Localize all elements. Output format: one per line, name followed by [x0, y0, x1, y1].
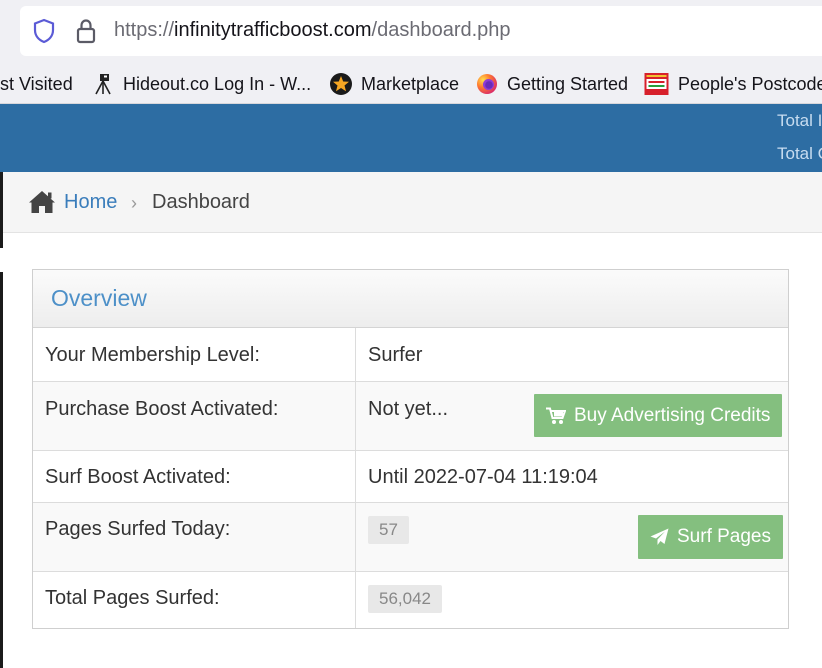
telescope-icon — [95, 74, 111, 95]
row-value: Until 2022-07-04 11:19:04 — [368, 466, 598, 488]
total-pages-badge: 56,042 — [368, 585, 442, 613]
column-divider — [355, 328, 356, 381]
row-label: Surf Boost Activated: — [45, 466, 231, 488]
postcode-lottery-icon — [644, 73, 669, 95]
table-row-pages-today: Pages Surfed Today: 57 Surf Pages — [33, 503, 788, 572]
lock-icon[interactable] — [75, 18, 97, 44]
surf-pages-button[interactable]: Surf Pages — [638, 515, 783, 559]
bookmark-marketplace[interactable]: Marketplace — [330, 71, 459, 97]
column-divider — [355, 572, 356, 628]
url-text[interactable]: https://infinitytrafficboost.com/dashboa… — [114, 19, 511, 42]
buy-advertising-credits-button[interactable]: Buy Advertising Credits — [534, 394, 783, 437]
table-row-total-pages: Total Pages Surfed: 56,042 — [33, 572, 788, 628]
browser-toolbar: https://infinitytrafficboost.com/dashboa… — [0, 0, 822, 64]
breadcrumb-home-link[interactable]: Home — [64, 191, 117, 214]
star-badge-icon — [330, 73, 352, 95]
column-divider — [355, 503, 356, 571]
header-stat-2: Total C — [777, 144, 822, 163]
table-row-purchase-boost: Purchase Boost Activated: Not yet... Buy… — [33, 382, 788, 451]
firefox-icon — [477, 74, 497, 94]
panel-header: Overview — [33, 270, 788, 328]
breadcrumb: Home › Dashboard — [3, 172, 822, 233]
sidebar-edge-lower — [0, 272, 3, 668]
cart-icon — [546, 407, 566, 424]
row-value: Surfer — [368, 344, 423, 366]
row-label: Your Membership Level: — [45, 344, 260, 366]
bookmark-most-visited[interactable]: st Visited — [0, 71, 73, 97]
site-header: Total I Total C — [0, 104, 822, 172]
row-label: Purchase Boost Activated: — [45, 398, 279, 420]
breadcrumb-current: Dashboard — [152, 191, 250, 213]
bookmark-label: Hideout.co Log In - W... — [123, 73, 312, 94]
bookmark-label: People's Postcode ... — [678, 73, 822, 94]
row-value: Not yet... — [368, 398, 449, 420]
pages-today-badge: 57 — [368, 516, 409, 544]
tracking-protection-shield-icon[interactable] — [32, 18, 56, 44]
url-path: /dashboard.php — [371, 19, 511, 41]
column-divider — [355, 451, 356, 502]
bookmark-label: Marketplace — [361, 73, 460, 94]
bookmark-getting-started[interactable]: Getting Started — [476, 71, 628, 97]
bookmark-label: Getting Started — [507, 73, 629, 94]
url-scheme: https:// — [114, 19, 175, 41]
bookmark-hideout[interactable]: Hideout.co Log In - W... — [92, 71, 311, 97]
url-host: infinitytrafficboost.com — [174, 19, 372, 41]
table-row-membership: Your Membership Level: Surfer — [33, 328, 788, 382]
panel-title: Overview — [51, 285, 147, 311]
bookmark-label: st Visited — [0, 73, 73, 94]
button-label: Buy Advertising Credits — [574, 404, 771, 426]
table-row-surf-boost: Surf Boost Activated: Until 2022-07-04 1… — [33, 451, 788, 503]
button-label: Surf Pages — [677, 526, 771, 547]
row-label: Total Pages Surfed: — [45, 587, 220, 609]
home-icon — [29, 191, 55, 213]
header-stat-1: Total I — [777, 111, 822, 130]
bookmarks-bar: st Visited Hideout.co Log In - W... Mark… — [0, 64, 822, 104]
paper-plane-icon — [650, 528, 669, 545]
row-label: Pages Surfed Today: — [45, 518, 231, 540]
breadcrumb-separator: › — [131, 193, 137, 213]
bookmark-peoples-postcode[interactable]: People's Postcode ... — [644, 71, 822, 97]
column-divider — [355, 382, 356, 450]
overview-panel: Overview Your Membership Level: Surfer P… — [32, 269, 789, 629]
